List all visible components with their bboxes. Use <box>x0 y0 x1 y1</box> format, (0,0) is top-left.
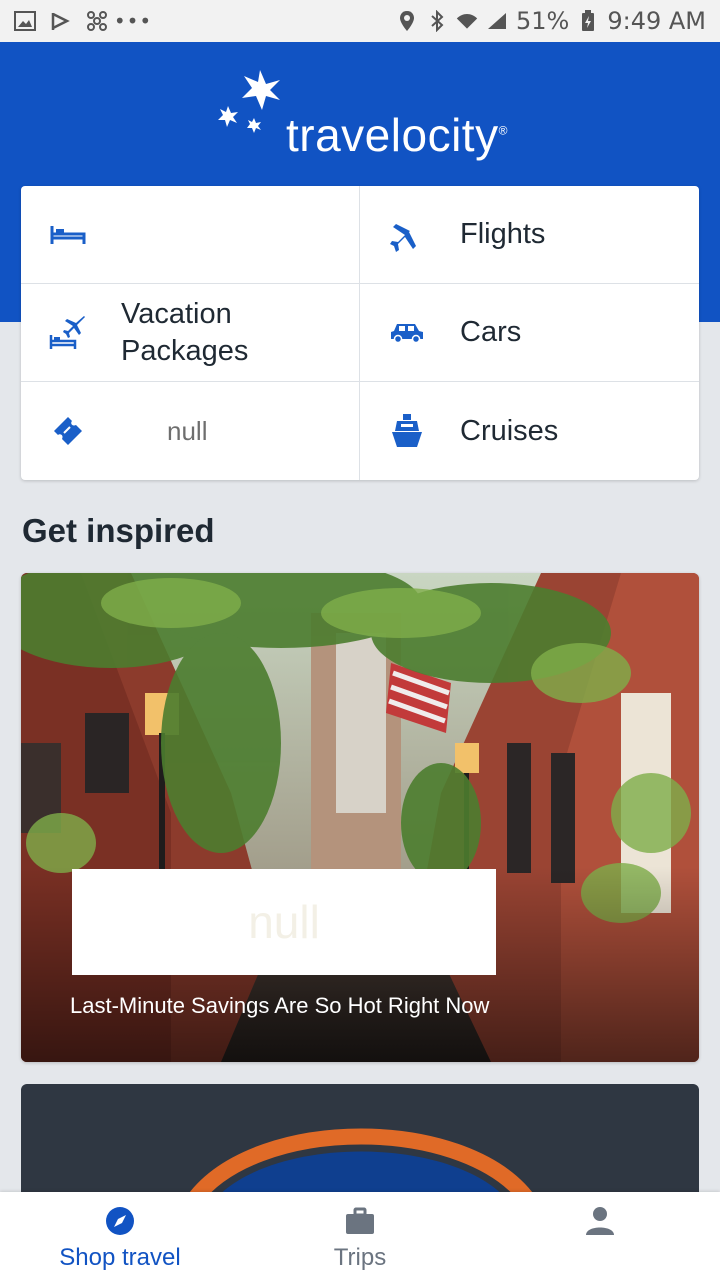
street-photo <box>21 573 699 1062</box>
product-things-to-do[interactable]: null <box>21 382 360 480</box>
product-label: Flights <box>460 218 546 250</box>
more-dots-icon: ••• <box>113 9 153 33</box>
bed-icon <box>49 216 87 254</box>
tab-shop-travel[interactable]: Shop travel <box>0 1192 240 1280</box>
tab-trips[interactable]: Trips <box>240 1192 480 1280</box>
wifi-icon <box>456 10 478 32</box>
compass-icon <box>105 1206 135 1236</box>
plane-icon <box>388 216 426 254</box>
location-icon <box>396 10 418 32</box>
clock: 9:49 AM <box>607 7 706 35</box>
ticket-icon <box>49 412 87 450</box>
card-overlay-box: null <box>72 869 496 975</box>
product-flights[interactable]: Flights <box>360 186 699 284</box>
product-label: Cars <box>460 316 522 348</box>
check-flag-icon <box>50 10 72 32</box>
person-icon <box>585 1206 615 1236</box>
tab-account[interactable] <box>480 1192 720 1280</box>
section-title: Get inspired <box>22 512 215 549</box>
car-icon <box>388 314 426 352</box>
inspiration-card[interactable]: null Last-Minute Savings Are So Hot Righ… <box>21 573 699 1062</box>
card-overlay-text: null <box>248 896 320 948</box>
product-label: Vacation Packages <box>121 297 249 367</box>
ship-icon <box>388 412 426 450</box>
fan-icon <box>86 10 108 32</box>
promo-graphic <box>184 1128 538 1204</box>
battery-percent: 51% <box>516 7 570 35</box>
brand-name: travelocity® <box>286 109 508 161</box>
tab-label: Shop travel <box>59 1244 181 1271</box>
status-bar: ••• 51% 9:49 AM <box>0 0 720 42</box>
promo-card[interactable] <box>21 1084 699 1204</box>
product-hotels[interactable] <box>21 186 360 284</box>
bed-plane-icon <box>49 314 87 352</box>
product-grid: Flights Vacation Packages Cars null Crui… <box>21 186 699 480</box>
bluetooth-icon <box>426 10 448 32</box>
product-label: Cruises <box>460 414 559 447</box>
product-vacation-packages[interactable]: Vacation Packages <box>21 284 360 382</box>
signal-icon <box>486 10 508 32</box>
tab-label: Trips <box>333 1244 387 1271</box>
product-cars[interactable]: Cars <box>360 284 699 382</box>
product-label: null <box>167 415 208 446</box>
battery-icon <box>577 10 599 32</box>
bottom-navigation: Shop travel Trips <box>0 1192 720 1280</box>
image-icon <box>14 10 36 32</box>
product-cruises[interactable]: Cruises <box>360 382 699 480</box>
card-caption: Last-Minute Savings Are So Hot Right Now <box>70 993 490 1018</box>
briefcase-icon <box>345 1206 375 1236</box>
